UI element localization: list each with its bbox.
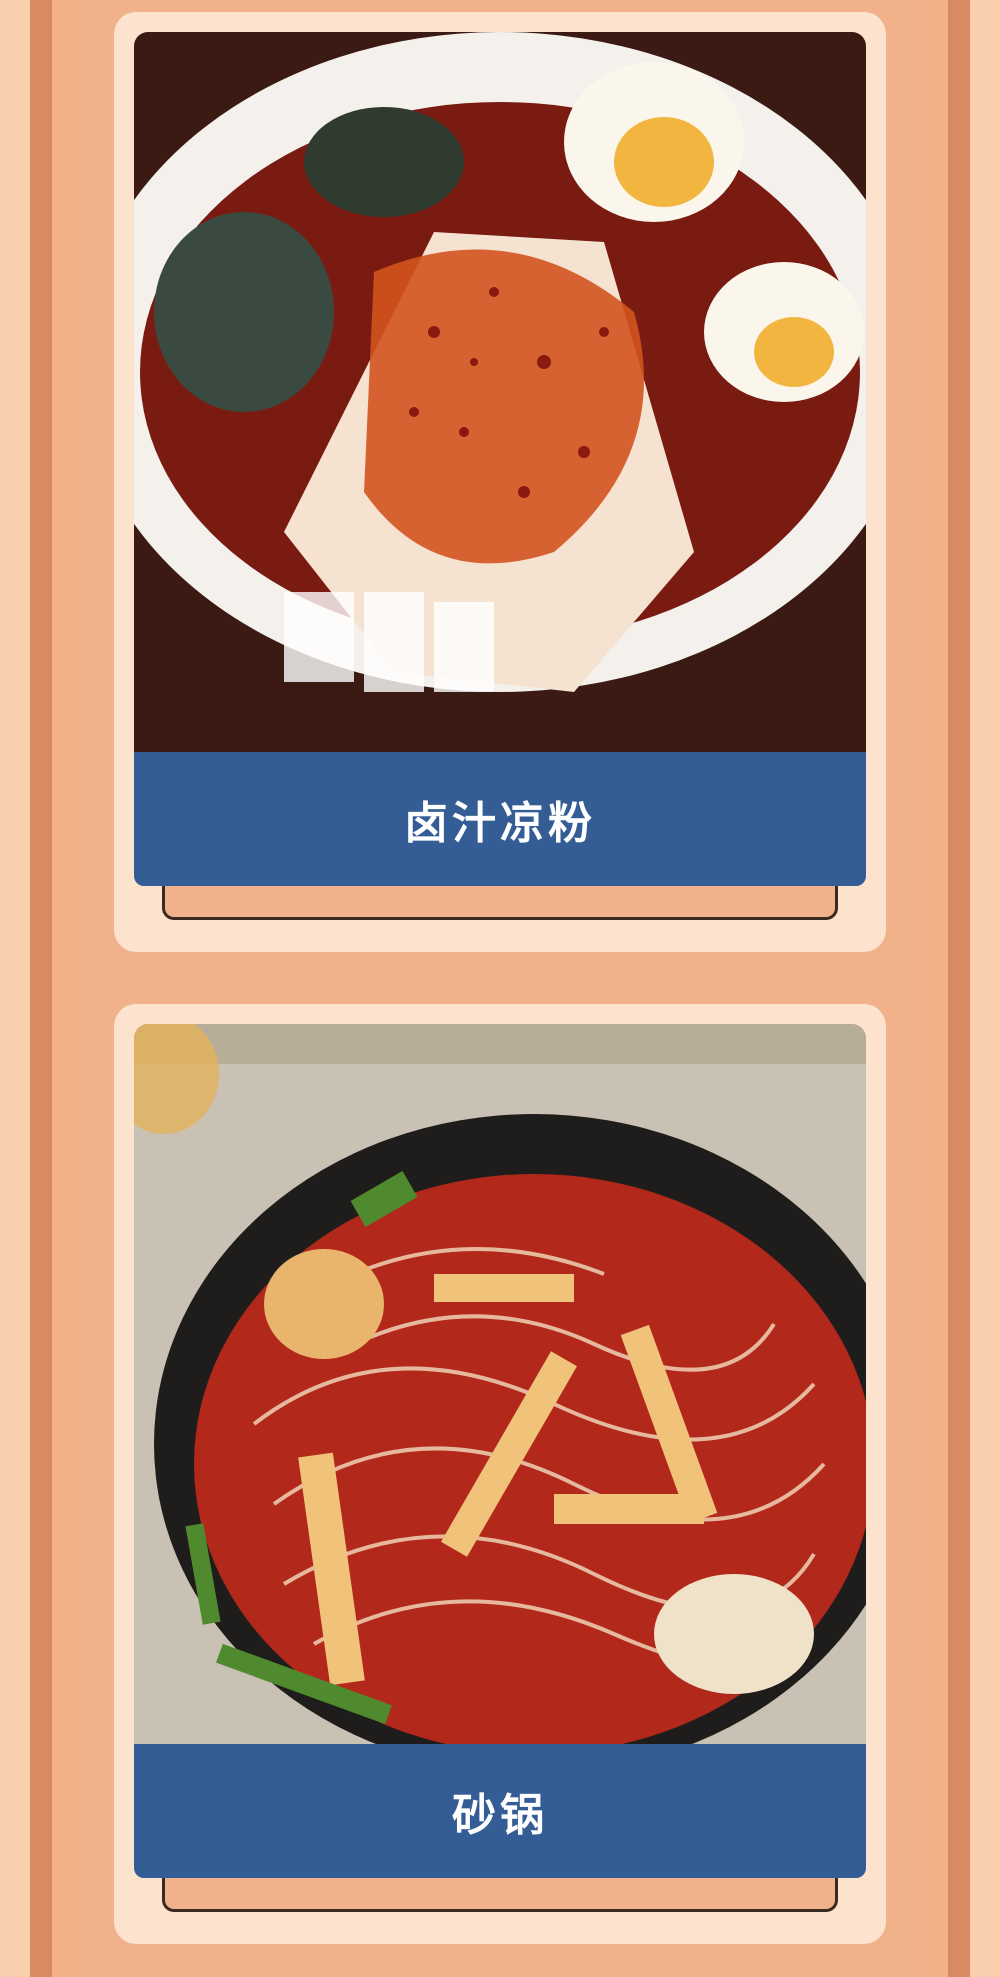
dish-name: 砂锅 [452, 1790, 548, 1841]
stripe-left-mid [52, 0, 80, 1977]
dish-photo-claypot[interactable] [134, 1024, 866, 1754]
stripe-left-outer [0, 0, 30, 1977]
stripe-left-dark [30, 0, 52, 1977]
dish-label-bar: 卤汁凉粉 [134, 752, 866, 886]
card-tab [162, 1878, 838, 1912]
dish-name: 卤汁凉粉 [404, 798, 596, 849]
stripe-right-dark [948, 0, 970, 1977]
claypot-image [134, 1024, 866, 1754]
card-tab [162, 886, 838, 920]
stripe-right-outer [970, 0, 1000, 1977]
dish-card-2[interactable]: 砂锅 [114, 1004, 886, 1944]
dish-card-1[interactable]: 卤汁凉粉 [114, 12, 886, 952]
dish-label-bar: 砂锅 [134, 1744, 866, 1878]
liangfen-image [134, 32, 866, 762]
dish-photo-liangfen[interactable] [134, 32, 866, 762]
stripe-right-mid [920, 0, 948, 1977]
